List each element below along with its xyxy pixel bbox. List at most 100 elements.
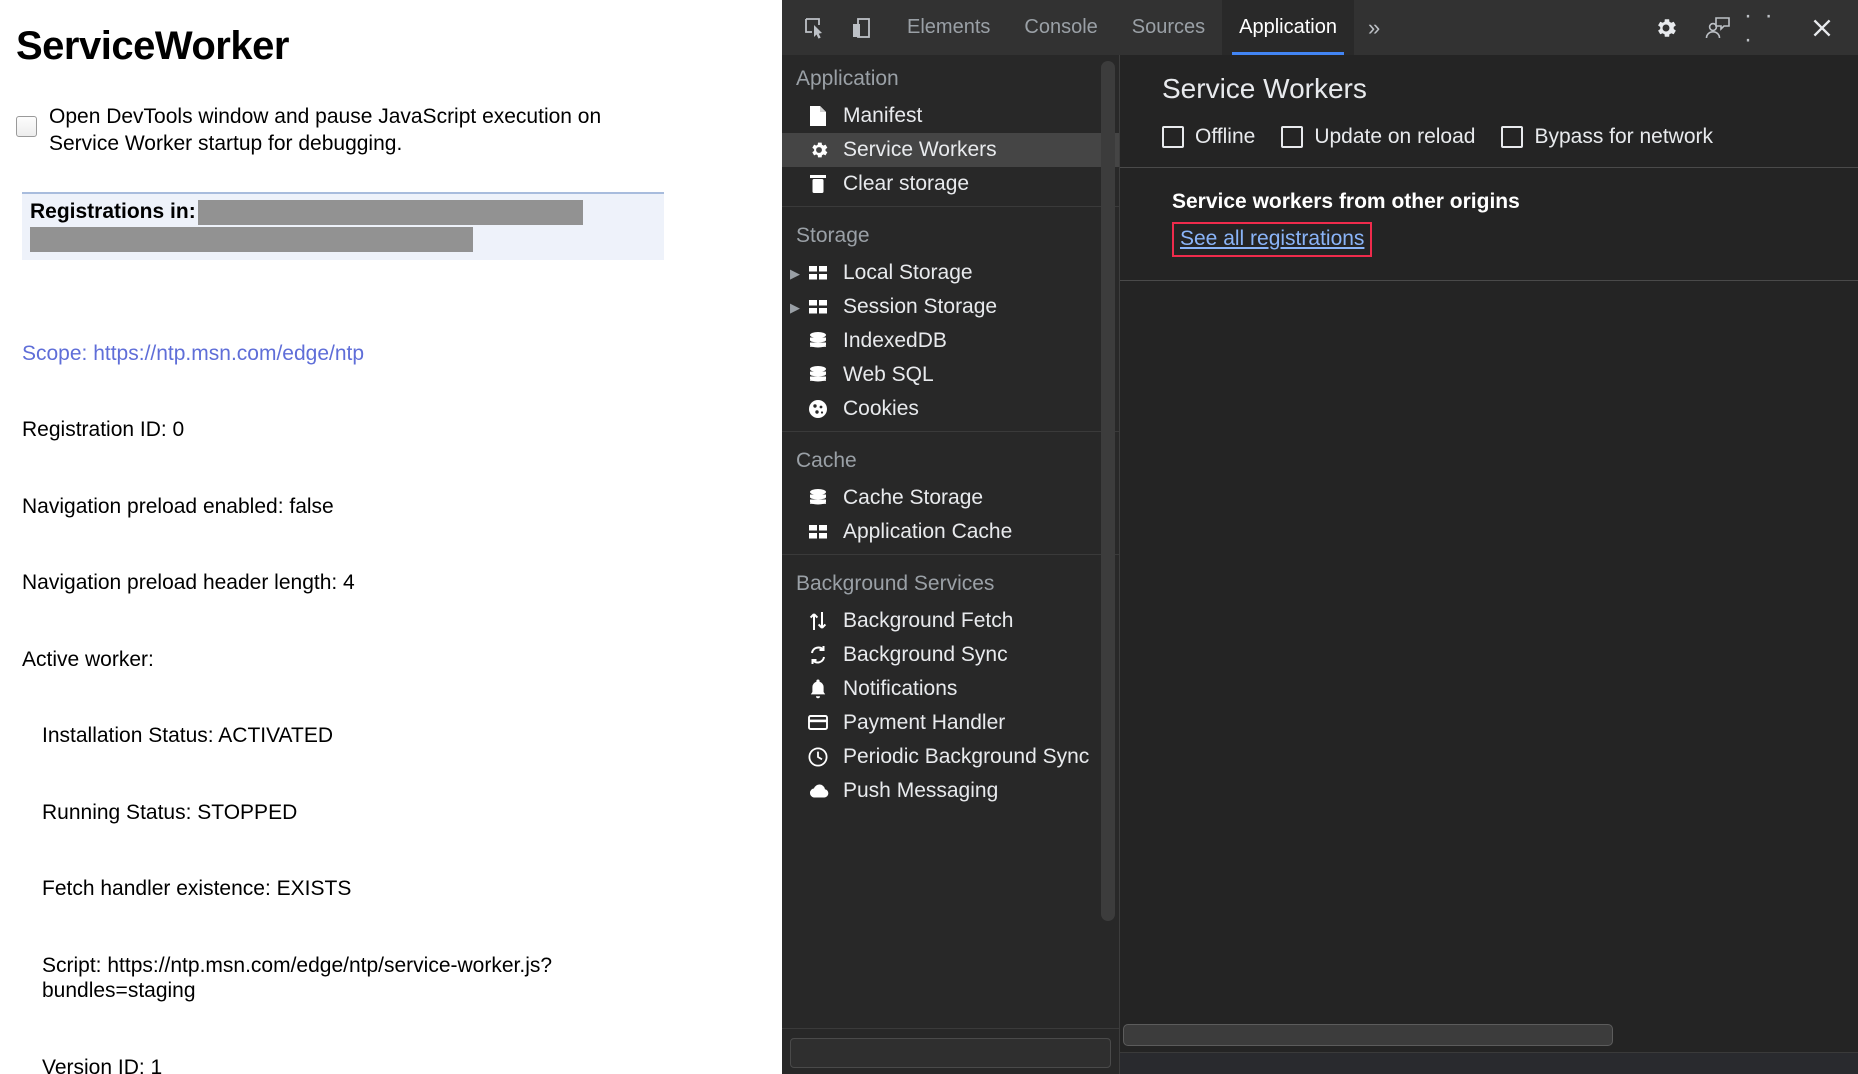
clock-icon (808, 746, 836, 768)
debug-on-start-row: Open DevTools window and pause JavaScrip… (16, 104, 782, 158)
tab-console[interactable]: Console (1007, 0, 1114, 55)
service-worker-options-row: Offline Update on reload Bypass for netw… (1162, 125, 1858, 149)
tab-elements-label: Elements (907, 16, 990, 39)
tab-console-label: Console (1024, 16, 1097, 39)
sidebar-item-periodic-background-sync-label: Periodic Background Sync (843, 745, 1089, 769)
main-bottom-strip (1120, 1052, 1858, 1074)
sidebar-item-application-cache[interactable]: Application Cache (782, 515, 1119, 549)
bell-icon (808, 678, 836, 700)
more-options-dots: · · · (1744, 4, 1796, 52)
table-icon (808, 521, 836, 543)
other-origins-section: Service workers from other origins See a… (1120, 168, 1858, 257)
service-workers-panel: Service Workers Offline Update on reload (1120, 55, 1858, 1074)
more-tabs-chevron-icon[interactable]: » (1354, 0, 1394, 55)
checkbox-box-icon (1501, 126, 1523, 148)
registration-id: Registration ID: 0 (22, 417, 782, 443)
sidebar-item-cookies-label: Cookies (843, 397, 919, 421)
sidebar-item-periodic-background-sync[interactable]: Periodic Background Sync (782, 740, 1119, 774)
sidebar-item-push-messaging[interactable]: Push Messaging (782, 774, 1119, 808)
fetch-handler-existence: Fetch handler existence: EXISTS (22, 876, 782, 902)
sidebar-item-clear-storage[interactable]: Clear storage (782, 167, 1119, 201)
sidebar-item-service-workers[interactable]: Service Workers (782, 133, 1119, 167)
sidebar-item-background-sync-label: Background Sync (843, 643, 1008, 667)
sidebar-item-local-storage[interactable]: ▶ Local Storage (782, 256, 1119, 290)
registrations-banner: Registrations in: (22, 192, 664, 260)
tab-sources[interactable]: Sources (1115, 0, 1222, 55)
table-icon (808, 262, 836, 284)
database-icon (808, 330, 836, 352)
nav-group-storage: Storage ▶ Local Storage ▶ Session S (782, 206, 1119, 426)
sidebar-item-manifest-label: Manifest (843, 104, 922, 128)
sidebar-item-payment-handler[interactable]: Payment Handler (782, 706, 1119, 740)
debug-on-start-checkbox[interactable] (16, 116, 37, 137)
sidebar-item-indexeddb[interactable]: IndexedDB (782, 324, 1119, 358)
sidebar-item-background-sync[interactable]: Background Sync (782, 638, 1119, 672)
serviceworker-internals-page: ServiceWorker Open DevTools window and p… (0, 0, 782, 1074)
device-toolbar-icon[interactable] (838, 6, 884, 50)
up-down-arrows-icon (808, 610, 836, 632)
offline-checkbox[interactable]: Offline (1162, 125, 1255, 149)
sidebar-item-clear-storage-label: Clear storage (843, 172, 969, 196)
installation-status: Installation Status: ACTIVATED (22, 723, 782, 749)
navigation-preload-header-length: Navigation preload header length: 4 (22, 570, 782, 596)
sidebar-vertical-scrollbar[interactable] (1101, 61, 1115, 921)
checkbox-box-icon (1281, 126, 1303, 148)
close-icon[interactable] (1796, 6, 1848, 50)
sidebar-item-session-storage-label: Session Storage (843, 295, 997, 319)
sidebar-item-session-storage[interactable]: ▶ Session Storage (782, 290, 1119, 324)
see-all-registrations-link[interactable]: See all registrations (1180, 227, 1364, 250)
devtools-window: Elements Console Sources Application » (782, 0, 1858, 1074)
debug-on-start-label: Open DevTools window and pause JavaScrip… (49, 104, 649, 158)
sync-icon (808, 644, 836, 666)
devtools-body: Application Manifest Service Workers (782, 55, 1858, 1074)
service-workers-header: Service Workers Offline Update on reload (1120, 55, 1858, 168)
trash-icon (808, 173, 836, 195)
offline-label: Offline (1195, 125, 1255, 149)
cookie-icon (808, 398, 836, 420)
toolbar-right-actions: · · · (1640, 6, 1858, 50)
main-horizontal-scrollbar[interactable] (1123, 1024, 1613, 1046)
tab-application[interactable]: Application (1222, 0, 1354, 55)
cloud-icon (808, 780, 836, 802)
update-on-reload-checkbox[interactable]: Update on reload (1281, 125, 1475, 149)
devtools-toolbar: Elements Console Sources Application » (782, 0, 1858, 55)
gear-icon[interactable] (1640, 6, 1692, 50)
sidebar-item-push-messaging-label: Push Messaging (843, 779, 998, 803)
nav-header-cache: Cache (782, 437, 1119, 481)
sidebar-item-notifications[interactable]: Notifications (782, 672, 1119, 706)
sidebar-item-web-sql[interactable]: Web SQL (782, 358, 1119, 392)
sidebar-item-cookies[interactable]: Cookies (782, 392, 1119, 426)
tab-elements[interactable]: Elements (890, 0, 1007, 55)
chevron-right-icon[interactable]: ▶ (790, 267, 808, 280)
inspect-element-icon[interactable] (792, 6, 838, 50)
version-id: Version ID: 1 (22, 1055, 782, 1074)
nav-group-background-services: Background Services Background Fetch Bac… (782, 554, 1119, 808)
gear-icon (808, 139, 836, 161)
sidebar-item-background-fetch[interactable]: Background Fetch (782, 604, 1119, 638)
panel-title: Service Workers (1162, 73, 1858, 105)
page-title: ServiceWorker (16, 24, 782, 68)
chevron-right-icon[interactable]: ▶ (790, 301, 808, 314)
checkbox-box-icon (1162, 126, 1184, 148)
running-status: Running Status: STOPPED (22, 800, 782, 826)
navigation-preload-enabled: Navigation preload enabled: false (22, 494, 782, 520)
credit-card-icon (808, 712, 836, 734)
sidebar-bottom-field[interactable] (790, 1038, 1111, 1068)
sidebar-item-application-cache-label: Application Cache (843, 520, 1012, 544)
scope-link[interactable]: Scope: https://ntp.msn.com/edge/ntp (22, 341, 782, 367)
sidebar-item-cache-storage[interactable]: Cache Storage (782, 481, 1119, 515)
redacted-origin-line1 (198, 200, 583, 225)
sidebar-item-service-workers-label: Service Workers (843, 138, 997, 162)
nav-header-storage: Storage (782, 212, 1119, 256)
panel-divider (1120, 280, 1858, 281)
active-worker-heading: Active worker: (22, 647, 782, 673)
sidebar-item-background-fetch-label: Background Fetch (843, 609, 1013, 633)
registration-details: Scope: https://ntp.msn.com/edge/ntp Regi… (16, 290, 782, 1074)
nav-group-application: Application Manifest Service Workers (782, 55, 1119, 201)
more-options-icon[interactable]: · · · (1744, 6, 1796, 50)
feedback-person-icon[interactable] (1692, 6, 1744, 50)
sidebar-item-indexeddb-label: IndexedDB (843, 329, 947, 353)
database-icon (808, 487, 836, 509)
sidebar-item-manifest[interactable]: Manifest (782, 99, 1119, 133)
bypass-for-network-checkbox[interactable]: Bypass for network (1501, 125, 1713, 149)
